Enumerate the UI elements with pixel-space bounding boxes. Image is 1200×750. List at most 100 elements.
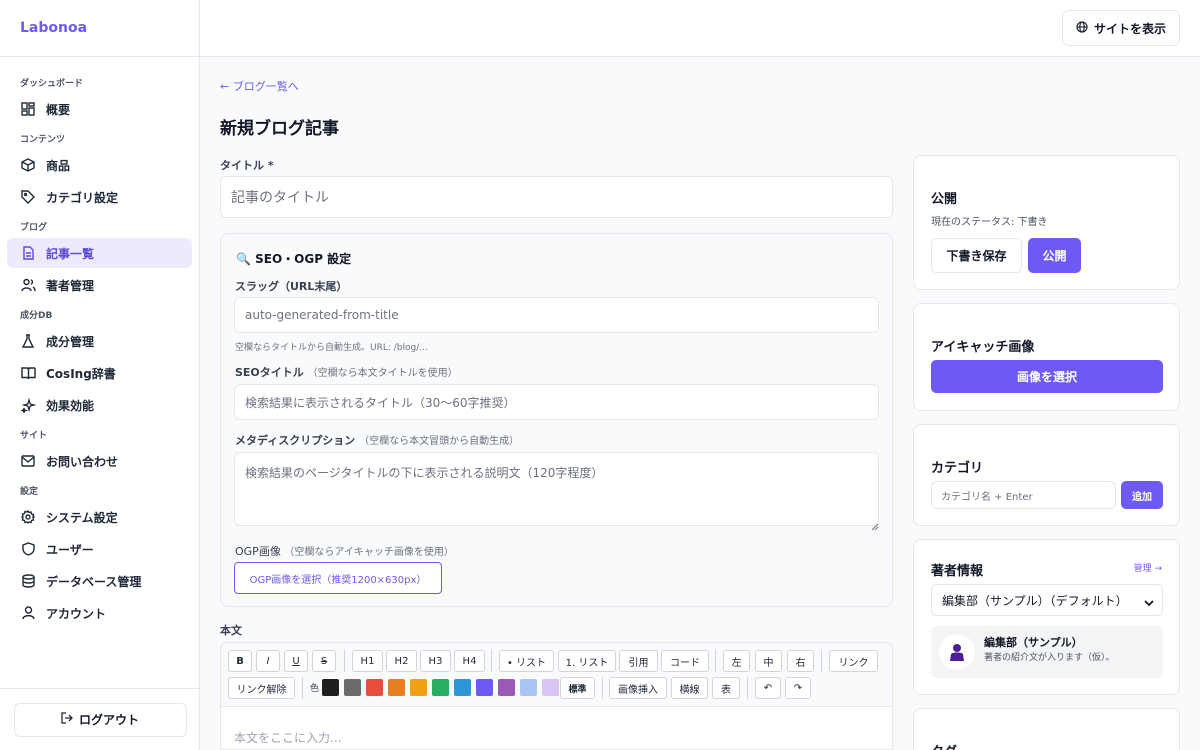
bullet-list-button[interactable]: • リスト [499,650,554,672]
body-editor[interactable]: 本文をここに入力... [220,706,893,750]
horizontal-rule-button[interactable]: 横線 [671,677,708,699]
color-swatch[interactable] [454,679,471,696]
publish-button[interactable]: 公開 [1028,238,1081,273]
box-icon [20,157,36,173]
sidebar-item-authors[interactable]: 著者管理 [7,270,192,300]
toolbar-divider [344,650,345,672]
strikethrough-button[interactable]: S [312,650,336,672]
logout-label: ログアウト [78,713,139,727]
color-swatch[interactable] [498,679,515,696]
sidebar-section-blog: ブログ [20,223,48,233]
italic-button[interactable]: I [256,650,280,672]
slug-input[interactable]: auto-generated-from-title [234,297,879,333]
meta-description-label: メタディスクリプション （空欄なら本文冒頭から自動生成） [235,432,519,448]
page-title: 新規ブログ記事 [220,119,339,139]
sidebar-item-overview[interactable]: 概要 [7,94,192,124]
undo-button[interactable]: ↶ [755,677,781,699]
h4-button[interactable]: H4 [454,650,485,672]
author-heading: 著者情報 [931,564,984,579]
sidebar-item-effects[interactable]: 効果効能 [7,390,192,420]
avatar-person-icon [950,644,964,661]
h2-button[interactable]: H2 [386,650,417,672]
numbered-list-button[interactable]: 1. リスト [558,650,616,672]
ogp-image-select-button[interactable]: OGP画像を選択（推奨1200×630px） [234,562,442,594]
redo-button[interactable]: ↷ [785,677,811,699]
insert-image-button[interactable]: 画像挿入 [609,677,667,699]
chevron-down-icon [1144,596,1154,610]
color-swatch[interactable] [388,679,405,696]
book-icon [20,365,36,381]
author-preview: 編集部（サンプル） 著者の紹介文が入ります（仮）。 [931,626,1163,678]
seo-title-input[interactable]: 検索結果に表示されるタイトル（30〜60字推奨） [234,384,879,420]
back-to-blog-list-link[interactable]: ← ブログ一覧へ [220,78,299,94]
logout-button[interactable]: ログアウト [13,702,187,737]
quote-button[interactable]: 引用 [619,650,658,672]
sidebar-item-users[interactable]: ユーザー [7,534,192,564]
flask-icon [20,333,36,349]
brand-logo[interactable]: Labonoa [0,0,199,57]
toolbar-divider [747,677,748,699]
align-center-button[interactable]: 中 [755,650,782,672]
sidebar-item-account[interactable]: アカウント [7,598,192,628]
slug-help: 空欄ならタイトルから自動生成。URL: /blog/... [235,343,428,353]
h1-button[interactable]: H1 [352,650,383,672]
add-category-button[interactable]: 追加 [1121,481,1163,509]
meta-description-textarea[interactable]: 検索結果のページタイトルの下に表示される説明文（120字程度） [234,452,879,526]
h3-button[interactable]: H3 [420,650,451,672]
toolbar-divider [715,650,716,672]
link-button[interactable]: リンク [829,650,878,672]
publish-heading: 公開 [931,192,958,207]
user-icon [20,605,36,621]
color-swatch[interactable] [432,679,449,696]
sidebar-item-contact[interactable]: お問い合わせ [7,446,192,476]
sidebar-item-label: アカウント [46,606,107,621]
category-input[interactable]: カテゴリ名 + Enter [931,481,1116,509]
author-select[interactable]: 編集部（サンプル）（デフォルト） [931,584,1163,616]
sidebar-item-products[interactable]: 商品 [7,150,192,180]
toolbar-divider [821,650,822,672]
sidebar-item-category-settings[interactable]: カテゴリ設定 [7,182,192,212]
toolbar-divider [302,677,303,699]
sidebar-item-system-settings[interactable]: システム設定 [7,502,192,532]
unlink-button[interactable]: リンク解除 [228,677,295,699]
table-button[interactable]: 表 [712,677,740,699]
sidebar-item-ingredients[interactable]: 成分管理 [7,326,192,356]
bold-button[interactable]: B [228,650,252,672]
color-swatch[interactable] [366,679,383,696]
manage-authors-link[interactable]: 管理 → [1134,561,1162,574]
code-button[interactable]: コード [661,650,709,672]
color-swatch[interactable] [344,679,361,696]
view-site-button[interactable]: サイトを表示 [1061,10,1180,46]
dashboard-icon [20,101,36,117]
color-swatch[interactable] [322,679,339,696]
gear-icon [20,509,36,525]
sidebar-item-label: 概要 [46,102,71,117]
sidebar-item-label: データベース管理 [46,574,142,589]
category-card: カテゴリ カテゴリ名 + Enter 追加 [913,424,1180,526]
title-input[interactable]: 記事のタイトル [220,176,893,218]
align-right-button[interactable]: 右 [787,650,814,672]
sidebar-item-label: 商品 [46,158,71,173]
underline-button[interactable]: U [284,650,308,672]
standard-color-button[interactable]: 標準 [560,677,595,699]
color-swatch[interactable] [542,679,559,696]
topbar: サイトを表示 [200,0,1200,57]
color-swatch[interactable] [520,679,537,696]
color-swatch[interactable] [410,679,427,696]
ogp-image-label: OGP画像 （空欄ならアイキャッチ画像を使用） [235,543,454,559]
sidebar-item-database[interactable]: データベース管理 [7,566,192,596]
sidebar-item-articles[interactable]: 記事一覧 [7,238,192,268]
meta-description-label-text: メタディスクリプション [235,434,356,447]
resize-handle-icon[interactable] [871,516,879,531]
sidebar-item-cosing[interactable]: CosIng辞書 [7,358,192,388]
color-swatch[interactable] [476,679,493,696]
save-draft-button[interactable]: 下書き保存 [931,238,1022,273]
tags-heading: タグ [931,741,957,750]
sidebar-item-label: 成分管理 [46,334,95,349]
sidebar-section-ingredient-db: 成分DB [20,311,53,321]
align-left-button[interactable]: 左 [723,650,750,672]
avatar [939,634,975,670]
select-image-button[interactable]: 画像を選択 [931,360,1163,393]
shield-icon [20,541,36,557]
mail-icon [20,453,36,469]
